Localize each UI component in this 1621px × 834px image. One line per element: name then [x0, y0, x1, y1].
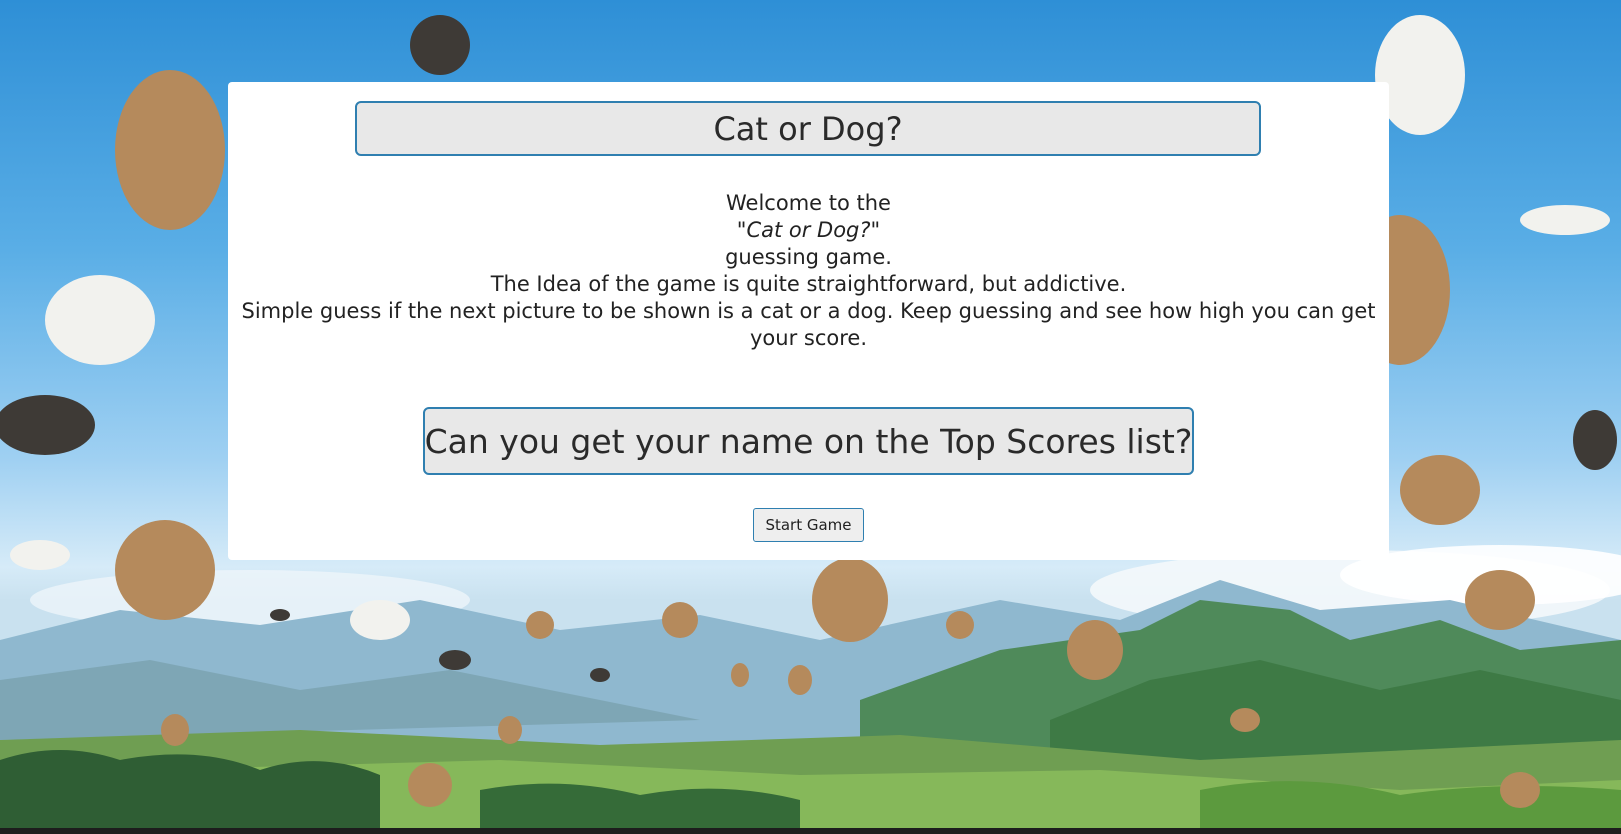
- top-scores-prompt: Can you get your name on the Top Scores …: [423, 407, 1194, 475]
- intro-line-instructions: Simple guess if the next picture to be s…: [241, 299, 1376, 350]
- start-game-button[interactable]: Start Game: [753, 508, 864, 542]
- intro-panel: Cat or Dog? Welcome to the "Cat or Dog?"…: [228, 82, 1389, 560]
- intro-line-welcome: Welcome to the: [726, 191, 891, 215]
- intro-line-idea: The Idea of the game is quite straightfo…: [490, 272, 1127, 296]
- bottom-edge: [0, 828, 1621, 834]
- intro-line-guessing: guessing game.: [725, 245, 892, 269]
- page-title: Cat or Dog?: [355, 101, 1261, 156]
- intro-text: Welcome to the "Cat or Dog?" guessing ga…: [238, 190, 1379, 352]
- intro-line-game-name: "Cat or Dog?": [736, 218, 881, 242]
